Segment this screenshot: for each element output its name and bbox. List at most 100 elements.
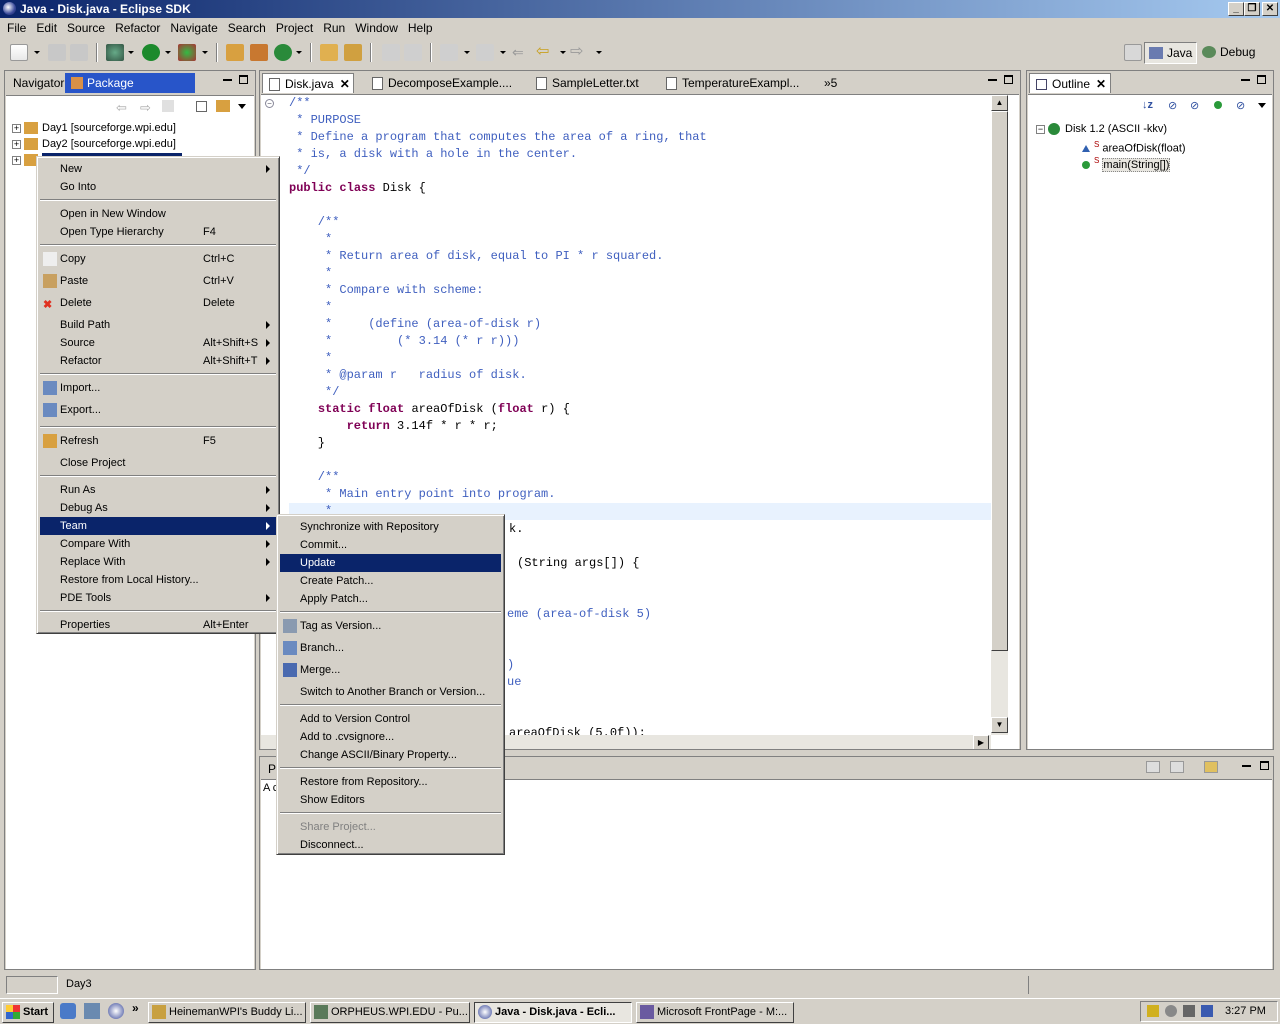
menu-project[interactable]: Project [271, 21, 318, 35]
view-menu-icon[interactable] [1258, 103, 1266, 108]
maximize-view-icon[interactable] [239, 75, 248, 84]
debug-perspective-button[interactable]: Debug [1198, 42, 1259, 64]
menu-item-import[interactable]: Import... [40, 379, 276, 397]
prev-annotation-dropdown-icon[interactable] [500, 51, 506, 54]
next-annotation-dropdown-icon[interactable] [464, 51, 470, 54]
outline-method-item[interactable]: S main(String[]) [1082, 153, 1171, 172]
minimize-view-icon[interactable] [1242, 763, 1251, 767]
menu-item-team[interactable]: Team [40, 517, 276, 535]
print-icon[interactable] [70, 44, 88, 61]
tab-decompose-example[interactable]: DecomposeExample.... [366, 73, 526, 93]
vertical-scrollbar[interactable]: ▲ ▼ [991, 95, 1008, 735]
collapse-icon[interactable]: − [1036, 124, 1045, 134]
menu-item-go-into[interactable]: Go Into [40, 178, 276, 196]
menu-item-change-ascii-binary-property[interactable]: Change ASCII/Binary Property... [280, 746, 501, 764]
menu-item-restore-from-repository[interactable]: Restore from Repository... [280, 773, 501, 791]
minimize-button[interactable]: _ [1228, 2, 1244, 16]
maximize-editor-icon[interactable] [1004, 75, 1013, 84]
maximize-view-icon[interactable] [1260, 761, 1269, 770]
start-button[interactable]: Start [2, 1002, 54, 1023]
menu-item-open-type-hierarchy[interactable]: Open Type Hierarchy F4 [40, 223, 276, 241]
menu-item-add-to-cvsignore[interactable]: Add to .cvsignore... [280, 728, 501, 746]
expand-icon[interactable]: + [12, 139, 21, 149]
close-button[interactable]: ✕ [1262, 2, 1278, 16]
run-icon[interactable] [142, 44, 160, 61]
menu-item-show-editors[interactable]: Show Editors [280, 791, 501, 809]
menu-item-debug-as[interactable]: Debug As [40, 499, 276, 517]
minimize-view-icon[interactable] [223, 77, 232, 81]
menu-item-delete[interactable]: ✖ Delete Delete [40, 294, 276, 312]
menu-item-compare-with[interactable]: Compare With [40, 535, 276, 553]
menu-item-branch[interactable]: Branch... [280, 639, 501, 657]
external-tools-dropdown-icon[interactable] [202, 51, 208, 54]
new-console-icon[interactable] [1204, 761, 1218, 773]
menu-item-paste[interactable]: Paste Ctrl+V [40, 272, 276, 290]
search-icon[interactable] [344, 44, 362, 61]
toggle-icon[interactable] [404, 44, 422, 61]
new-class-dropdown-icon[interactable] [296, 51, 302, 54]
menu-item-replace-with[interactable]: Replace With [40, 553, 276, 571]
task-frontpage[interactable]: Microsoft FrontPage - M:... [636, 1002, 794, 1023]
task-buddy-list[interactable]: HeinemanWPI's Buddy Li... [148, 1002, 306, 1023]
scroll-right-icon[interactable]: ▶ [973, 735, 989, 749]
eclipse-quicklaunch-icon[interactable] [108, 1003, 124, 1019]
menu-window[interactable]: Window [350, 21, 403, 35]
scroll-down-icon[interactable]: ▼ [991, 717, 1008, 733]
tray-icon[interactable] [1183, 1005, 1195, 1017]
tab-outline[interactable]: Outline ✕ [1029, 73, 1111, 93]
menu-edit[interactable]: Edit [31, 21, 62, 35]
open-perspective-icon[interactable] [1124, 44, 1142, 61]
up-nav-icon[interactable] [162, 100, 174, 112]
menu-item-build-path[interactable]: Build Path [40, 316, 276, 334]
forward-icon[interactable]: ⇨ [570, 44, 588, 61]
tab-temperature-example[interactable]: TemperatureExampl... [660, 73, 810, 93]
back-nav-icon[interactable]: ⇦ [116, 100, 127, 116]
menu-item-open-in-new-window[interactable]: Open in New Window [40, 205, 276, 223]
maximize-view-icon[interactable] [1257, 75, 1266, 84]
menu-item-refresh[interactable]: Refresh F5 [40, 432, 276, 450]
menu-item-refactor[interactable]: Refactor Alt+Shift+T [40, 352, 276, 370]
menu-source[interactable]: Source [62, 21, 110, 35]
menu-refactor[interactable]: Refactor [110, 21, 165, 35]
scrollbar-thumb[interactable] [991, 111, 1008, 651]
next-annotation-icon[interactable] [440, 44, 458, 61]
forward-nav-icon[interactable]: ⇨ [140, 100, 151, 116]
java-perspective-button[interactable]: Java [1144, 42, 1198, 64]
annotation-icon[interactable] [382, 44, 400, 61]
menu-item-restore-from-local-history[interactable]: Restore from Local History... [40, 571, 276, 589]
view-menu-icon[interactable] [238, 104, 246, 109]
menu-run[interactable]: Run [318, 21, 350, 35]
hide-static-icon[interactable]: ⊘ [1190, 99, 1199, 112]
window-title-bar[interactable]: Java - Disk.java - Eclipse SDK _ ❐ ✕ [0, 0, 1280, 18]
pin-icon[interactable] [1170, 761, 1184, 773]
close-icon[interactable]: ✕ [340, 77, 350, 91]
tab-navigator[interactable]: Navigator [7, 73, 64, 93]
menu-item-update[interactable]: Update [280, 554, 501, 572]
minimize-view-icon[interactable] [1241, 77, 1250, 81]
last-edit-icon[interactable]: ⇐ [512, 44, 530, 61]
menu-item-tag-as-version[interactable]: Tag as Version... [280, 617, 501, 635]
tree-item[interactable]: + Day2 [sourceforge.wpi.edu] [12, 136, 176, 152]
restore-button[interactable]: ❐ [1244, 2, 1260, 16]
tree-item[interactable]: + Day1 [sourceforge.wpi.edu] [12, 120, 176, 136]
sort-icon[interactable]: ↓z [1142, 99, 1153, 111]
outline-class-item[interactable]: − Disk 1.2 (ASCII -kkv) [1036, 121, 1167, 137]
tab-disk-java[interactable]: Disk.java ✕ [262, 73, 354, 93]
menu-item-commit[interactable]: Commit... [280, 536, 501, 554]
quicklaunch-icon[interactable] [84, 1003, 100, 1019]
menu-item-copy[interactable]: Copy Ctrl+C [40, 250, 276, 268]
menu-item-synchronize-with-repository[interactable]: Synchronize with Repository [280, 518, 501, 536]
debug-dropdown-icon[interactable] [128, 51, 134, 54]
task-orpheus[interactable]: ORPHEUS.WPI.EDU - Pu... [310, 1002, 470, 1023]
outline-method-item[interactable]: S areaOfDisk(float) [1082, 137, 1186, 155]
close-icon[interactable]: ✕ [1096, 77, 1106, 91]
forward-dropdown-icon[interactable] [596, 51, 602, 54]
menu-item-properties[interactable]: Properties Alt+Enter [40, 616, 276, 634]
menu-item-new[interactable]: New [40, 160, 276, 178]
expand-icon[interactable]: + [12, 123, 21, 133]
task-eclipse[interactable]: Java - Disk.java - Ecli... [474, 1002, 632, 1023]
hide-fields-icon[interactable]: ⊘ [1168, 99, 1177, 112]
minimize-editor-icon[interactable] [988, 77, 997, 81]
tray-icon[interactable] [1147, 1005, 1159, 1017]
tray-icon[interactable] [1201, 1005, 1213, 1017]
